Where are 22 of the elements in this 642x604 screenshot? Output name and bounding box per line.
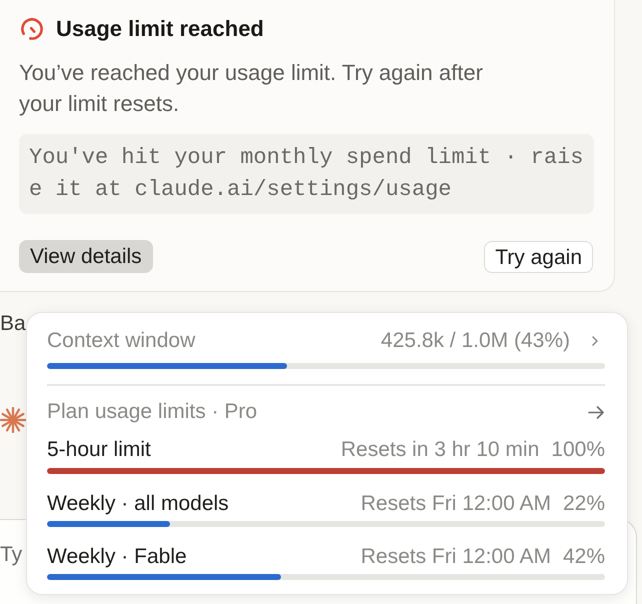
view-details-button[interactable]: View details — [19, 240, 153, 273]
context-label: Context window — [47, 329, 196, 353]
plan-label: Plan usage limits · Pro — [47, 400, 258, 424]
limit-name: Weekly · Fable — [47, 545, 187, 569]
gauge-icon — [20, 17, 44, 41]
reset-time: Resets Fri 12:00 AM — [360, 545, 551, 569]
arrow-right-icon[interactable] — [588, 406, 604, 418]
usage-percent: 22% — [562, 492, 605, 516]
message-text: Ba — [0, 312, 26, 336]
alert-title: Usage limit reached — [56, 16, 264, 42]
reset-time: Resets Fri 12:00 AM — [360, 492, 551, 516]
code-block: You've hit your monthly spend limit · raise it at claude.ai/settings/usage — [19, 134, 594, 214]
usage-percent: 42% — [562, 545, 605, 569]
try-again-button[interactable]: Try again — [484, 240, 593, 272]
limit-name: 5-hour limit — [47, 438, 151, 462]
alert-message: You’ve reached your usage limit. Try again after your limit resets. — [19, 59, 484, 118]
limit-name: Weekly · all models — [47, 492, 229, 516]
chevron-right-icon[interactable] — [592, 336, 598, 346]
reset-time: Resets in 3 hr 10 min — [340, 438, 540, 462]
usage-percent: 100% — [551, 438, 605, 462]
asterisk-icon — [0, 407, 26, 433]
context-reading: 425.8k / 1.0M (43%) — [380, 329, 570, 353]
